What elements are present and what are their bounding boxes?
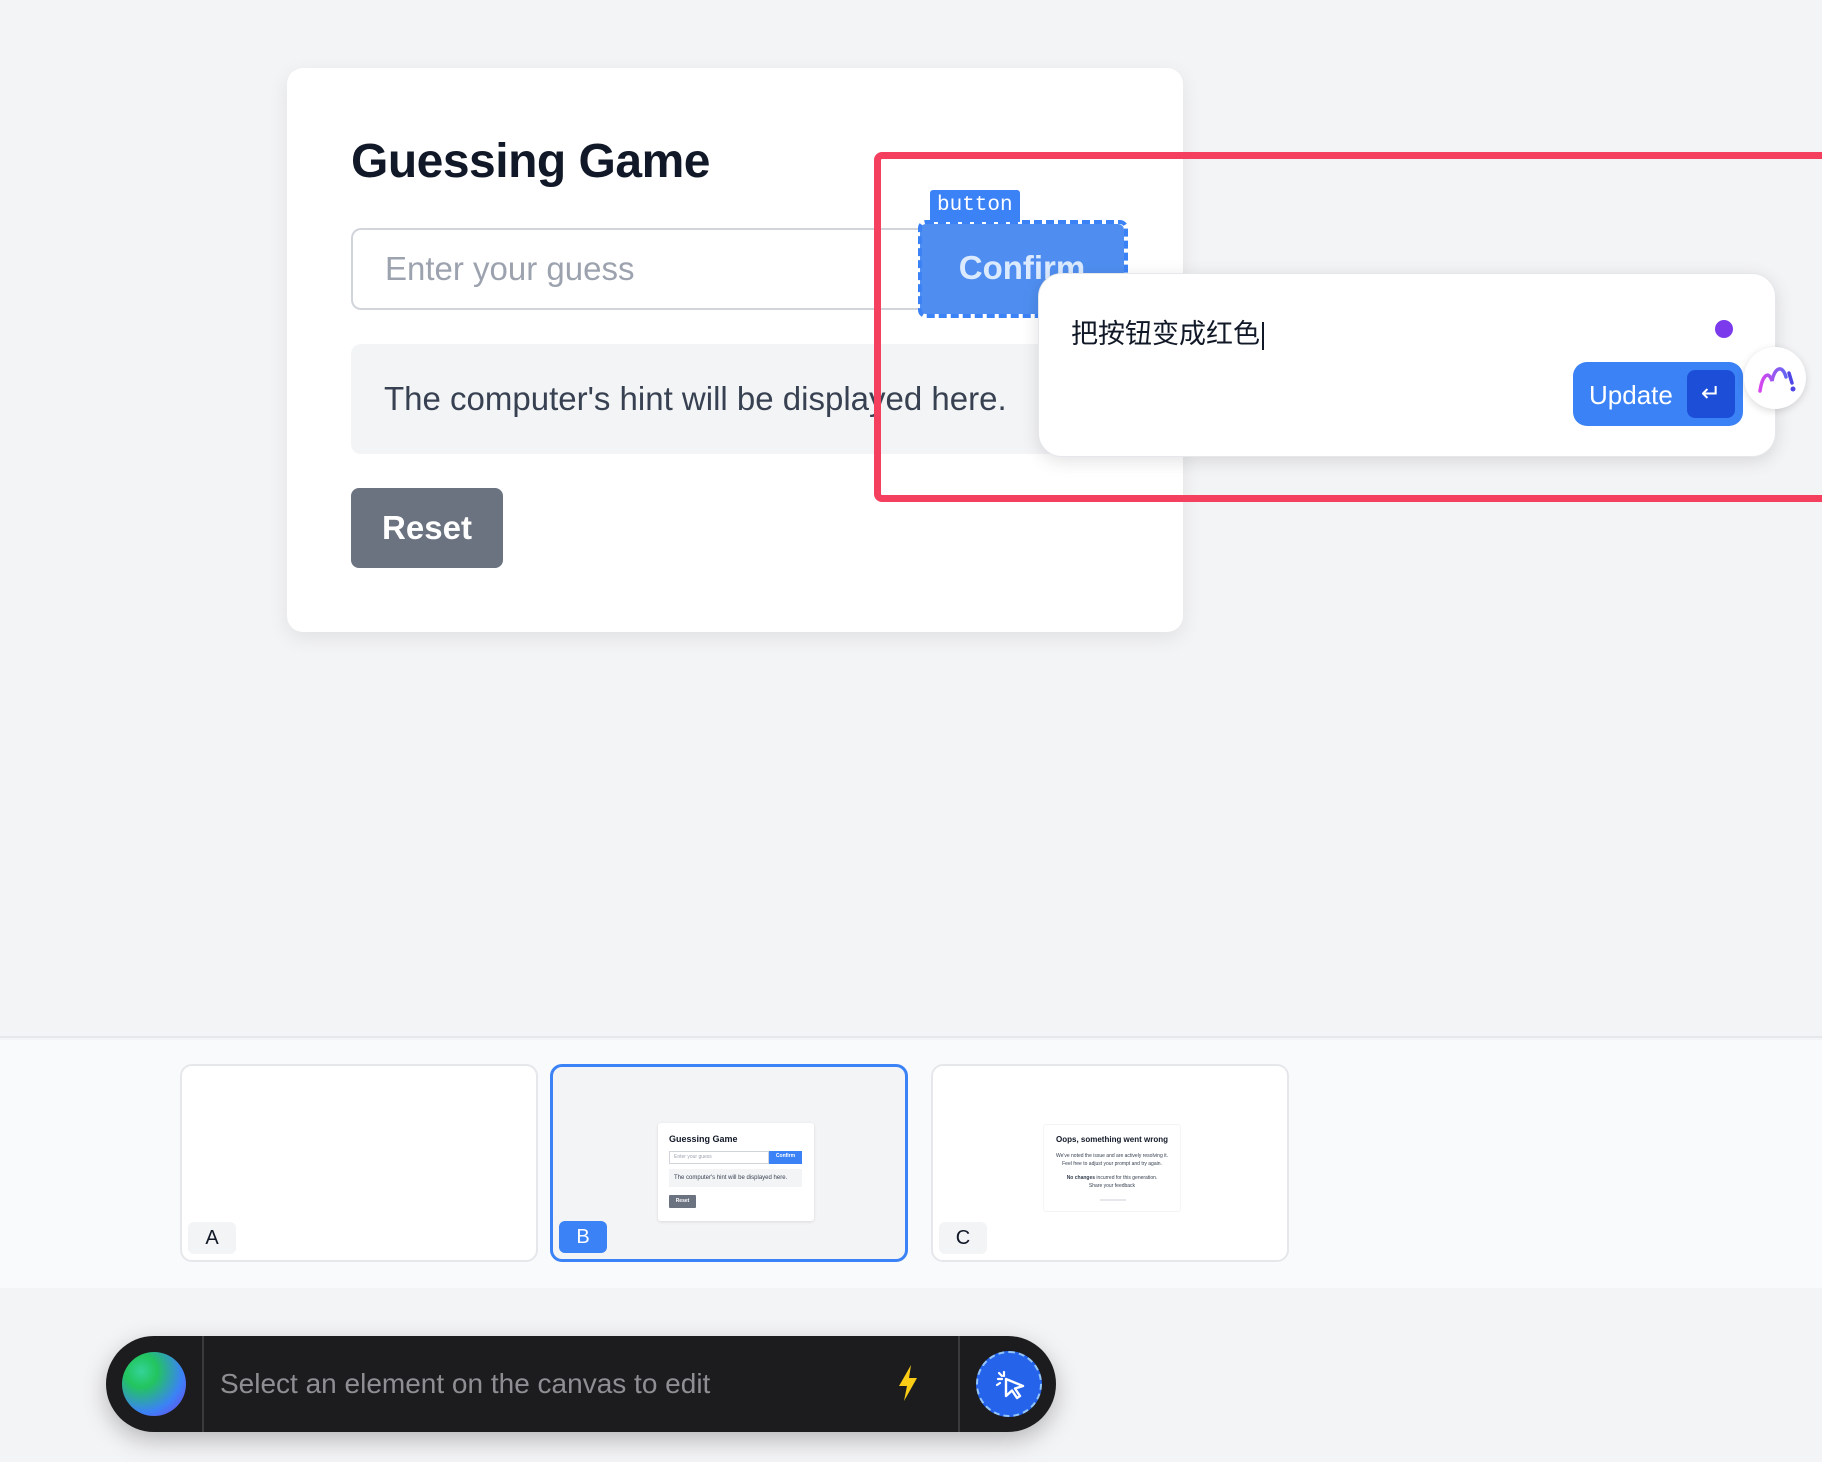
status-dot — [1715, 320, 1733, 338]
select-element-button[interactable] — [976, 1351, 1042, 1417]
selection-tag: button — [930, 190, 1020, 222]
prompt-bar — [106, 1336, 1056, 1432]
version-c-preview: Oops, something went wrong We've noted t… — [1043, 1124, 1181, 1212]
preview-reset: Reset — [669, 1195, 696, 1208]
version-label: A — [188, 1222, 236, 1254]
version-card-b[interactable]: Guessing Game Enter your guess Confirm T… — [550, 1064, 908, 1262]
assistant-logo-icon — [1758, 367, 1796, 393]
preview-divider — [1100, 1199, 1126, 1201]
error-line-2: Feel free to adjust your prompt and try … — [1062, 1161, 1162, 1167]
update-button[interactable]: Update ↵ — [1573, 362, 1743, 426]
error-line-3: No changes incurred for this generation. — [1066, 1175, 1158, 1181]
version-label: C — [939, 1222, 987, 1254]
edit-prompt-input[interactable]: 把按钮变成红色 — [1071, 312, 1264, 351]
lightning-bolt-icon[interactable] — [896, 1364, 920, 1407]
versions-strip: A Guessing Game Enter your guess Confirm… — [0, 1040, 1822, 1288]
update-button-label: Update — [1589, 380, 1673, 410]
canvas: Guessing Game The computer's hint will b… — [0, 0, 1822, 1038]
preview-title: Guessing Game — [669, 1134, 738, 1144]
preview-input: Enter your guess — [669, 1151, 769, 1164]
game-title: Guessing Game — [351, 135, 710, 188]
version-card-c[interactable]: Oops, something went wrong We've noted t… — [931, 1064, 1289, 1262]
user-avatar[interactable] — [122, 1352, 186, 1416]
prompt-input[interactable] — [220, 1362, 780, 1406]
enter-key-icon: ↵ — [1687, 370, 1735, 418]
error-heading: Oops, something went wrong — [1056, 1135, 1168, 1144]
cursor-select-icon — [995, 1370, 1025, 1400]
preview-hint: The computer's hint will be displayed he… — [669, 1169, 802, 1187]
error-line-4: Share your feedback — [1088, 1183, 1136, 1189]
reset-button[interactable]: Reset — [351, 488, 503, 568]
version-card-a[interactable]: A — [180, 1064, 538, 1262]
assistant-avatar[interactable] — [1744, 347, 1806, 409]
guess-input[interactable] — [351, 228, 931, 310]
edit-popover: 把按钮变成红色 Update ↵ — [1038, 273, 1776, 457]
preview-confirm: Confirm — [769, 1151, 802, 1164]
error-line-1: We've noted the issue and are actively r… — [1055, 1153, 1169, 1159]
divider — [958, 1336, 960, 1432]
version-b-preview: Guessing Game Enter your guess Confirm T… — [658, 1123, 814, 1221]
version-label: B — [559, 1221, 607, 1253]
divider — [202, 1336, 204, 1432]
